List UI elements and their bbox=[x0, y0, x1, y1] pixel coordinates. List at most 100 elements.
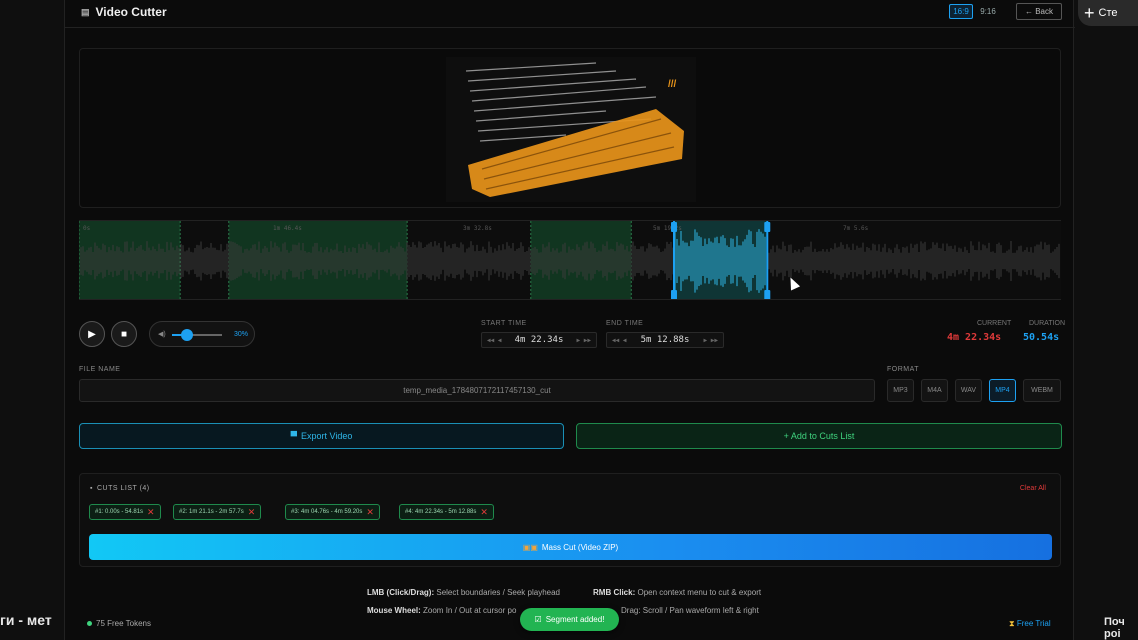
cut-chip[interactable]: #4: 4m 22.34s - 5m 12.88s ✕ bbox=[399, 504, 494, 520]
svg-text:///: /// bbox=[668, 79, 677, 90]
timeline-tick-label: 3m 32.8s bbox=[463, 225, 492, 232]
timeline-tick-label: 5m 19.2s bbox=[653, 225, 682, 232]
film-icon: ▤ bbox=[81, 6, 90, 17]
start-time-value: 4m 22.34s bbox=[514, 335, 564, 345]
end-time-value: 5m 12.88s bbox=[640, 335, 690, 345]
remove-cut-icon[interactable]: ✕ bbox=[366, 507, 374, 518]
lock-icon: ▪ bbox=[90, 485, 93, 492]
start-time-field[interactable]: ◀◀ ◀ 4m 22.34s ▶ ▶▶ bbox=[481, 332, 597, 348]
export-video-button[interactable]: ▀ Export Video bbox=[79, 423, 564, 449]
video-frame-image: /// bbox=[446, 57, 696, 202]
help-rmb: RMB Click: Open context menu to cut & ex… bbox=[593, 588, 761, 597]
help-wheel-key: Mouse Wheel: bbox=[367, 606, 421, 615]
help-lmb: LMB (Click/Drag): Select boundaries / Se… bbox=[367, 588, 560, 597]
format-wav-button[interactable]: WAV bbox=[955, 379, 982, 402]
volume-control[interactable]: ◀) 30% bbox=[149, 321, 255, 347]
background-left-text: ги - мет bbox=[0, 612, 52, 628]
modal-title: ▤ Video Cutter bbox=[81, 5, 167, 19]
format-mp4-button[interactable]: MP4 bbox=[989, 379, 1016, 402]
handle-bottom-grip bbox=[670, 290, 677, 299]
help-rmb-key: RMB Click: bbox=[593, 588, 636, 597]
check-icon: ☑ bbox=[534, 615, 542, 624]
handle-bottom-grip bbox=[764, 290, 771, 299]
video-preview[interactable]: /// bbox=[79, 48, 1061, 208]
duration-value: 50.54s bbox=[1023, 332, 1060, 343]
cut-chip[interactable]: #2: 1m 21.1s - 2m 57.7s ✕ bbox=[173, 504, 262, 520]
background-right-text-line1: Поч bbox=[1104, 616, 1125, 628]
cut-chip-label: #4: 4m 22.34s - 5m 12.88s bbox=[405, 509, 477, 515]
waveform-svg[interactable]: 0s 1m 46.4s 3m 32.8s 5m 19.2s 7m 5.6s bbox=[79, 221, 1061, 300]
end-time-field[interactable]: ◀◀ ◀ 5m 12.88s ▶ ▶▶ bbox=[606, 332, 724, 348]
start-decrease-icon[interactable]: ◀◀ ◀ bbox=[487, 337, 501, 344]
current-label: CURRENT bbox=[977, 320, 1012, 327]
stop-icon: ■ bbox=[120, 328, 128, 340]
export-icon: ▀ bbox=[290, 431, 297, 441]
cut-chip-label: #2: 1m 21.1s - 2m 57.7s bbox=[179, 509, 244, 515]
volume-percent: 30% bbox=[234, 331, 249, 338]
start-time-label: START TIME bbox=[481, 320, 527, 327]
back-button[interactable]: ← Back bbox=[1016, 3, 1062, 20]
remove-cut-icon[interactable]: ✕ bbox=[147, 507, 155, 518]
video-cutter-modal: ▤ Video Cutter 16:9 9:16 ← Back /// 0s 1… bbox=[64, 0, 1075, 640]
remove-cut-icon[interactable]: ✕ bbox=[480, 507, 488, 518]
modal-title-text: Video Cutter bbox=[95, 5, 167, 19]
cuts-list-title-text: CUTS LIST (4) bbox=[96, 485, 150, 492]
current-value: 4m 22.34s bbox=[947, 332, 1002, 343]
plus-icon: + bbox=[1084, 3, 1095, 23]
cut-chip-label: #3: 4m 04.76s - 4m 59.20s bbox=[291, 509, 363, 515]
mass-cut-label: Mass Cut (Video ZIP) bbox=[541, 542, 619, 552]
timeline-tick-label: 0s bbox=[83, 225, 91, 232]
format-m4a-button[interactable]: M4A bbox=[921, 379, 948, 402]
toast-text: Segment added! bbox=[545, 615, 605, 624]
end-time-label: END TIME bbox=[606, 320, 644, 327]
package-icon: ▣▣ bbox=[522, 542, 538, 552]
help-lmb-text: Select boundaries / Seek playhead bbox=[436, 588, 560, 597]
hourglass-icon: ⧗ bbox=[1009, 619, 1015, 628]
format-label: FORMAT bbox=[887, 366, 920, 373]
ratio-16-9-button[interactable]: 16:9 bbox=[949, 4, 973, 19]
add-to-cuts-button[interactable]: + Add to Cuts List bbox=[576, 423, 1062, 449]
modal-header: ▤ Video Cutter 16:9 9:16 ← Back bbox=[65, 0, 1075, 28]
volume-knob[interactable] bbox=[181, 329, 193, 341]
remove-cut-icon[interactable]: ✕ bbox=[248, 507, 256, 518]
cut-chip[interactable]: #1: 0.00s - 54.81s ✕ bbox=[89, 504, 161, 520]
waveform-timeline[interactable]: 0s 1m 46.4s 3m 32.8s 5m 19.2s 7m 5.6s bbox=[79, 220, 1061, 300]
end-decrease-icon[interactable]: ◀◀ ◀ bbox=[612, 337, 626, 344]
stop-button[interactable]: ■ bbox=[111, 321, 137, 347]
cut-chip[interactable]: #3: 4m 04.76s - 4m 59.20s ✕ bbox=[285, 504, 380, 520]
handle-top-grip bbox=[764, 222, 771, 232]
segment-added-toast: ☑ Segment added! bbox=[520, 608, 619, 631]
help-wheel: Mouse Wheel: Zoom In / Out at cursor po bbox=[367, 606, 516, 615]
cuts-list-panel: ▪ CUTS LIST (4) Clear All #1: 0.00s - 54… bbox=[79, 473, 1061, 567]
format-webm-button[interactable]: WEBM bbox=[1023, 379, 1061, 402]
token-counter: 75 Free Tokens bbox=[87, 619, 151, 628]
end-increase-icon[interactable]: ▶ ▶▶ bbox=[704, 337, 718, 344]
background-create-label: Сте bbox=[1098, 7, 1118, 19]
cut-segment-region bbox=[228, 221, 408, 299]
play-icon: ▶ bbox=[88, 328, 96, 340]
cuts-list-title: ▪ CUTS LIST (4) bbox=[90, 485, 150, 492]
help-lmb-key: LMB (Click/Drag): bbox=[367, 588, 435, 597]
duration-label: DURATION bbox=[1029, 320, 1066, 327]
ratio-9-16-button[interactable]: 9:16 bbox=[977, 4, 999, 19]
video-frame: /// bbox=[446, 57, 696, 202]
timeline-tick-label: 1m 46.4s bbox=[273, 225, 302, 232]
free-trial-link[interactable]: ⧗ Free Trial bbox=[1009, 619, 1051, 629]
clear-all-button[interactable]: Clear All bbox=[1020, 485, 1046, 492]
mass-cut-button[interactable]: ▣▣ Mass Cut (Video ZIP) bbox=[89, 534, 1052, 560]
speaker-icon: ◀) bbox=[158, 331, 166, 338]
timeline-tick-label: 7m 5.6s bbox=[843, 225, 869, 232]
file-name-input[interactable]: temp_media_1784807172117457130_cut bbox=[79, 379, 875, 402]
background-create-button[interactable]: + Сте bbox=[1078, 0, 1138, 26]
format-mp3-button[interactable]: MP3 bbox=[887, 379, 914, 402]
help-drag: Drag: Scroll / Pan waveform left & right bbox=[621, 606, 759, 615]
play-button[interactable]: ▶ bbox=[79, 321, 105, 347]
background-right bbox=[1074, 0, 1138, 640]
cut-chip-label: #1: 0.00s - 54.81s bbox=[95, 509, 144, 515]
token-counter-text: 75 Free Tokens bbox=[96, 619, 151, 628]
handle-top-grip bbox=[670, 222, 677, 232]
background-right-text: Поч poi bbox=[1104, 616, 1125, 640]
file-name-label: FILE NAME bbox=[79, 366, 121, 373]
background-left bbox=[0, 0, 64, 640]
start-increase-icon[interactable]: ▶ ▶▶ bbox=[577, 337, 591, 344]
